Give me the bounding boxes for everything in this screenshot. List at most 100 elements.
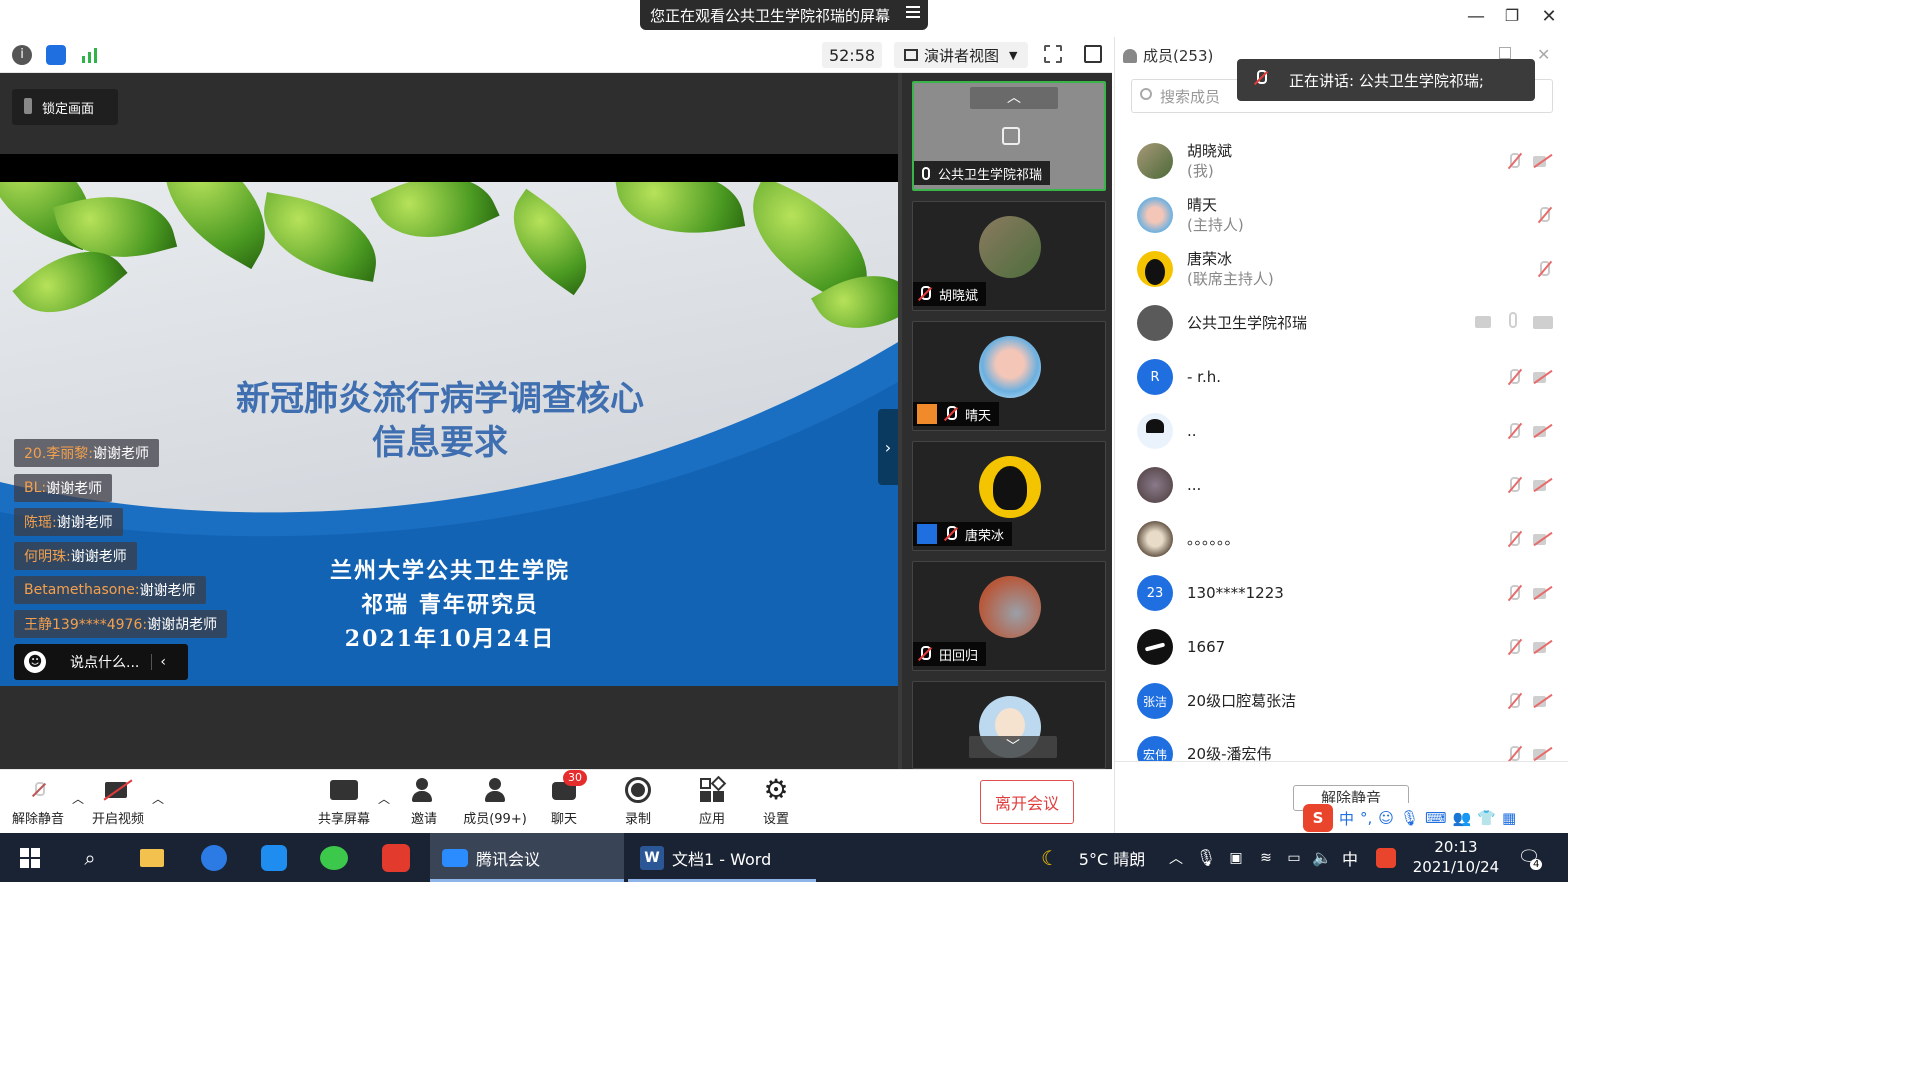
share-screen-button[interactable]: 共享屏幕 (314, 776, 374, 827)
video-tile[interactable]: 胡晓斌 (912, 201, 1106, 311)
camera-off-icon[interactable] (1533, 478, 1553, 492)
leave-meeting-button[interactable]: 离开会议 (980, 780, 1074, 824)
video-tile[interactable]: 唐荣冰 (912, 441, 1106, 551)
mic-muted-icon[interactable] (1505, 152, 1523, 170)
signal-icon[interactable] (80, 45, 100, 65)
taskbar-app-word[interactable]: W 文档1 - Word (628, 833, 816, 882)
member-row[interactable]: R - r.h. (1137, 350, 1557, 404)
volume-icon[interactable]: 🔈 (1310, 833, 1334, 882)
close-icon[interactable]: ✕ (1537, 6, 1561, 27)
chevron-up-icon[interactable]: ︿ (152, 790, 164, 807)
chat-input-bar[interactable]: ☻ 说点什么... ‹ (14, 644, 188, 680)
chat-input-placeholder[interactable]: 说点什么... (70, 652, 139, 672)
invite-button[interactable]: 邀请 (394, 776, 454, 827)
sogou-browser-icon[interactable] (196, 833, 232, 882)
member-row[interactable]: 唐荣冰 (联席主持人) (1137, 242, 1557, 296)
wechat-icon[interactable] (316, 833, 352, 882)
camera-off-icon[interactable] (1533, 424, 1553, 438)
unmute-button[interactable]: 解除静音 (8, 776, 68, 827)
mic-muted-icon[interactable] (1505, 638, 1523, 656)
camera-off-icon[interactable] (1533, 154, 1553, 168)
mic-muted-icon[interactable] (1505, 368, 1523, 386)
mic-muted-icon[interactable] (1505, 745, 1523, 761)
app-icon[interactable] (378, 833, 414, 882)
mic-muted-icon[interactable] (1535, 260, 1553, 278)
start-icon[interactable] (12, 833, 48, 882)
camera-off-icon[interactable] (1533, 532, 1553, 546)
taskbar-app-label: 腾讯会议 (476, 849, 541, 869)
video-tile[interactable]: ﹀ (912, 681, 1106, 769)
members-button[interactable]: 成员(99+) (460, 776, 530, 827)
video-tile[interactable]: 晴天 (912, 321, 1106, 431)
ime-toolbar[interactable]: S 中 °, ☺ 🎙 ⌨ 👥 👕 ▦ (1303, 803, 1561, 833)
camera-off-icon (103, 776, 133, 804)
taskbar-app-tencent-meeting[interactable]: 腾讯会议 (430, 833, 624, 882)
info-icon[interactable]: i (12, 45, 32, 65)
file-explorer-icon[interactable] (134, 833, 170, 882)
notification-icon[interactable]: 🗨 4 (1514, 833, 1544, 882)
camera-off-icon[interactable] (1533, 370, 1553, 384)
mic-muted-icon (917, 286, 931, 302)
chevron-up-icon[interactable]: ︿ (72, 790, 84, 807)
clock[interactable]: 20:13 2021/10/24 (1406, 837, 1506, 877)
mic-muted-icon[interactable] (1505, 584, 1523, 602)
video-tile[interactable]: 田回归 (912, 561, 1106, 671)
menu-icon[interactable] (906, 6, 920, 20)
mic-icon[interactable]: 🎙 (1194, 833, 1218, 882)
search-icon[interactable]: ⌕ (72, 833, 108, 882)
sidebar-toggle-icon[interactable] (1084, 45, 1102, 63)
scroll-up-button[interactable]: ︿ (970, 87, 1058, 109)
fullscreen-icon[interactable] (1044, 45, 1062, 63)
meeting-tray-icon[interactable]: ▣ (1224, 833, 1248, 882)
dingtalk-icon[interactable] (256, 833, 292, 882)
member-row[interactable]: 公共卫生学院祁瑞 (1137, 296, 1557, 350)
ime-indicator[interactable]: 中 (1338, 833, 1362, 882)
avatar (979, 216, 1041, 278)
apps-button[interactable]: 应用 (682, 775, 742, 827)
chat-button[interactable]: 30 聊天 (534, 770, 594, 827)
chevron-down-icon: ﹀ (1006, 739, 1020, 755)
chevron-up-icon[interactable]: ︿ (1164, 833, 1188, 882)
close-panel-icon[interactable]: ✕ (1537, 45, 1550, 64)
chevron-up-icon[interactable]: ︿ (378, 790, 390, 807)
mic-muted-icon[interactable] (1505, 476, 1523, 494)
mic-muted-icon[interactable] (1505, 530, 1523, 548)
restore-icon[interactable]: ❐ (1500, 6, 1524, 25)
record-button[interactable]: 录制 (608, 776, 668, 827)
collapse-video-strip-button[interactable]: › (878, 409, 898, 485)
wifi-icon[interactable]: ≋ (1254, 833, 1278, 882)
camera-off-icon[interactable] (1533, 747, 1553, 761)
member-row[interactable]: ... (1137, 458, 1557, 512)
member-row[interactable]: 。。。。。。 (1137, 512, 1557, 566)
member-row[interactable]: .. (1137, 404, 1557, 458)
camera-off-icon[interactable] (1533, 586, 1553, 600)
mic-muted-icon[interactable] (1505, 692, 1523, 710)
scroll-down-button[interactable]: ﹀ (969, 736, 1057, 758)
camera-icon[interactable] (1533, 316, 1553, 329)
start-video-button[interactable]: 开启视频 (88, 776, 148, 827)
camera-off-icon[interactable] (1533, 640, 1553, 654)
settings-button[interactable]: ⚙ 设置 (746, 776, 806, 828)
tile-name: 田回归 (939, 648, 979, 664)
mic-icon[interactable] (1509, 312, 1517, 328)
mic-muted-icon[interactable] (1535, 206, 1553, 224)
member-row[interactable]: 晴天 (主持人) (1137, 188, 1557, 242)
member-row[interactable]: 1667 (1137, 620, 1557, 674)
camera-off-icon[interactable] (1533, 694, 1553, 708)
member-row[interactable]: 胡晓斌 (我) (1137, 134, 1557, 188)
popout-icon[interactable] (1499, 47, 1511, 59)
lock-view-button[interactable]: 锁定画面 (12, 89, 118, 125)
minimize-icon[interactable]: — (1464, 6, 1488, 27)
battery-icon[interactable]: ▭ (1282, 833, 1306, 882)
weather-label[interactable]: 5°C 晴朗 (1072, 833, 1152, 882)
mic-muted-icon[interactable] (1505, 422, 1523, 440)
video-tile[interactable]: ︿ 公共卫生学院祁瑞 (912, 81, 1106, 191)
chevron-left-icon[interactable]: ‹ (151, 654, 166, 670)
member-row[interactable]: 张洁 20级口腔葛张洁 (1137, 674, 1557, 728)
shield-icon[interactable] (46, 45, 66, 65)
member-row[interactable]: 23 130****1223 (1137, 566, 1557, 620)
emoji-icon[interactable]: ☻ (24, 651, 46, 673)
sogou-tray-icon[interactable] (1372, 833, 1400, 882)
view-mode-dropdown[interactable]: 演讲者视图 ▼ (894, 42, 1028, 68)
member-row[interactable]: 宏伟 20级-潘宏伟 (1137, 727, 1557, 761)
